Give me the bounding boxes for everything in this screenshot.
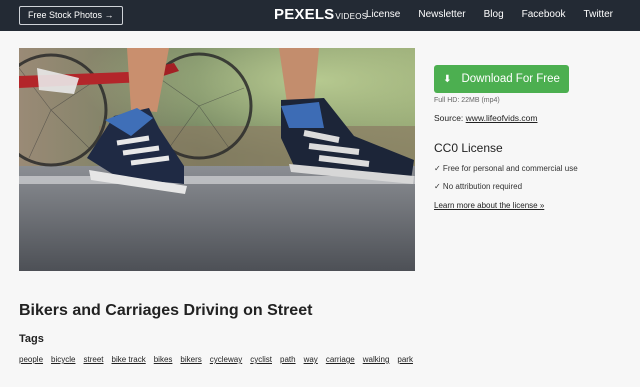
video-preview[interactable] bbox=[19, 48, 415, 271]
download-sidebar: ⬇ Download For Free Full HD: 22MB (mp4) … bbox=[434, 65, 624, 210]
main-nav: License Newsletter Blog Facebook Twitter bbox=[366, 9, 613, 21]
tag-link[interactable]: bikes bbox=[154, 355, 173, 365]
pexels-videos-logo[interactable]: PEXELSVIDEOS bbox=[274, 6, 367, 26]
source-link[interactable]: www.lifeofvids.com bbox=[466, 113, 538, 123]
tag-link[interactable]: cycleway bbox=[210, 355, 242, 365]
download-label: Download For Free bbox=[461, 73, 560, 85]
download-arrow-icon: ⬇ bbox=[443, 73, 452, 85]
source-label: Source: bbox=[434, 113, 464, 123]
tag-link[interactable]: cyclist bbox=[250, 355, 272, 365]
tag-link[interactable]: park bbox=[397, 355, 413, 365]
nav-license[interactable]: License bbox=[366, 9, 400, 21]
tag-link[interactable]: way bbox=[304, 355, 318, 365]
logo-sub: VIDEOS bbox=[335, 12, 368, 21]
video-frame-image bbox=[19, 48, 415, 271]
file-info: Full HD: 22MB (mp4) bbox=[434, 97, 500, 104]
video-title: Bikers and Carriages Driving on Street bbox=[19, 302, 313, 319]
source-line: Source: www.lifeofvids.com bbox=[434, 113, 624, 123]
tag-link[interactable]: bicycle bbox=[51, 355, 75, 365]
tag-list: people bicycle street bike track bikes b… bbox=[19, 355, 419, 365]
license-learn-more-link[interactable]: Learn more about the license » bbox=[434, 201, 624, 210]
tag-link[interactable]: bike track bbox=[112, 355, 146, 365]
license-title: CC0 License bbox=[434, 141, 503, 155]
tags-heading: Tags bbox=[19, 333, 44, 345]
download-button[interactable]: ⬇ Download For Free bbox=[434, 65, 569, 93]
tag-link[interactable]: walking bbox=[363, 355, 390, 365]
license-item-commercial: ✓ Free for personal and commercial use bbox=[434, 164, 578, 173]
tag-link[interactable]: people bbox=[19, 355, 43, 365]
tag-link[interactable]: bikers bbox=[180, 355, 201, 365]
tag-link[interactable]: carriage bbox=[326, 355, 355, 365]
nav-twitter[interactable]: Twitter bbox=[584, 9, 613, 21]
top-navigation-bar: Free Stock Photos → PEXELSVIDEOS License… bbox=[0, 0, 640, 31]
free-stock-photos-button[interactable]: Free Stock Photos → bbox=[19, 6, 123, 25]
logo-main: PEXELS bbox=[274, 6, 335, 23]
tag-link[interactable]: path bbox=[280, 355, 296, 365]
nav-blog[interactable]: Blog bbox=[484, 9, 504, 21]
nav-newsletter[interactable]: Newsletter bbox=[418, 9, 465, 21]
license-item-attribution: ✓ No attribution required bbox=[434, 182, 523, 191]
tag-link[interactable]: street bbox=[83, 355, 103, 365]
nav-facebook[interactable]: Facebook bbox=[522, 9, 566, 21]
